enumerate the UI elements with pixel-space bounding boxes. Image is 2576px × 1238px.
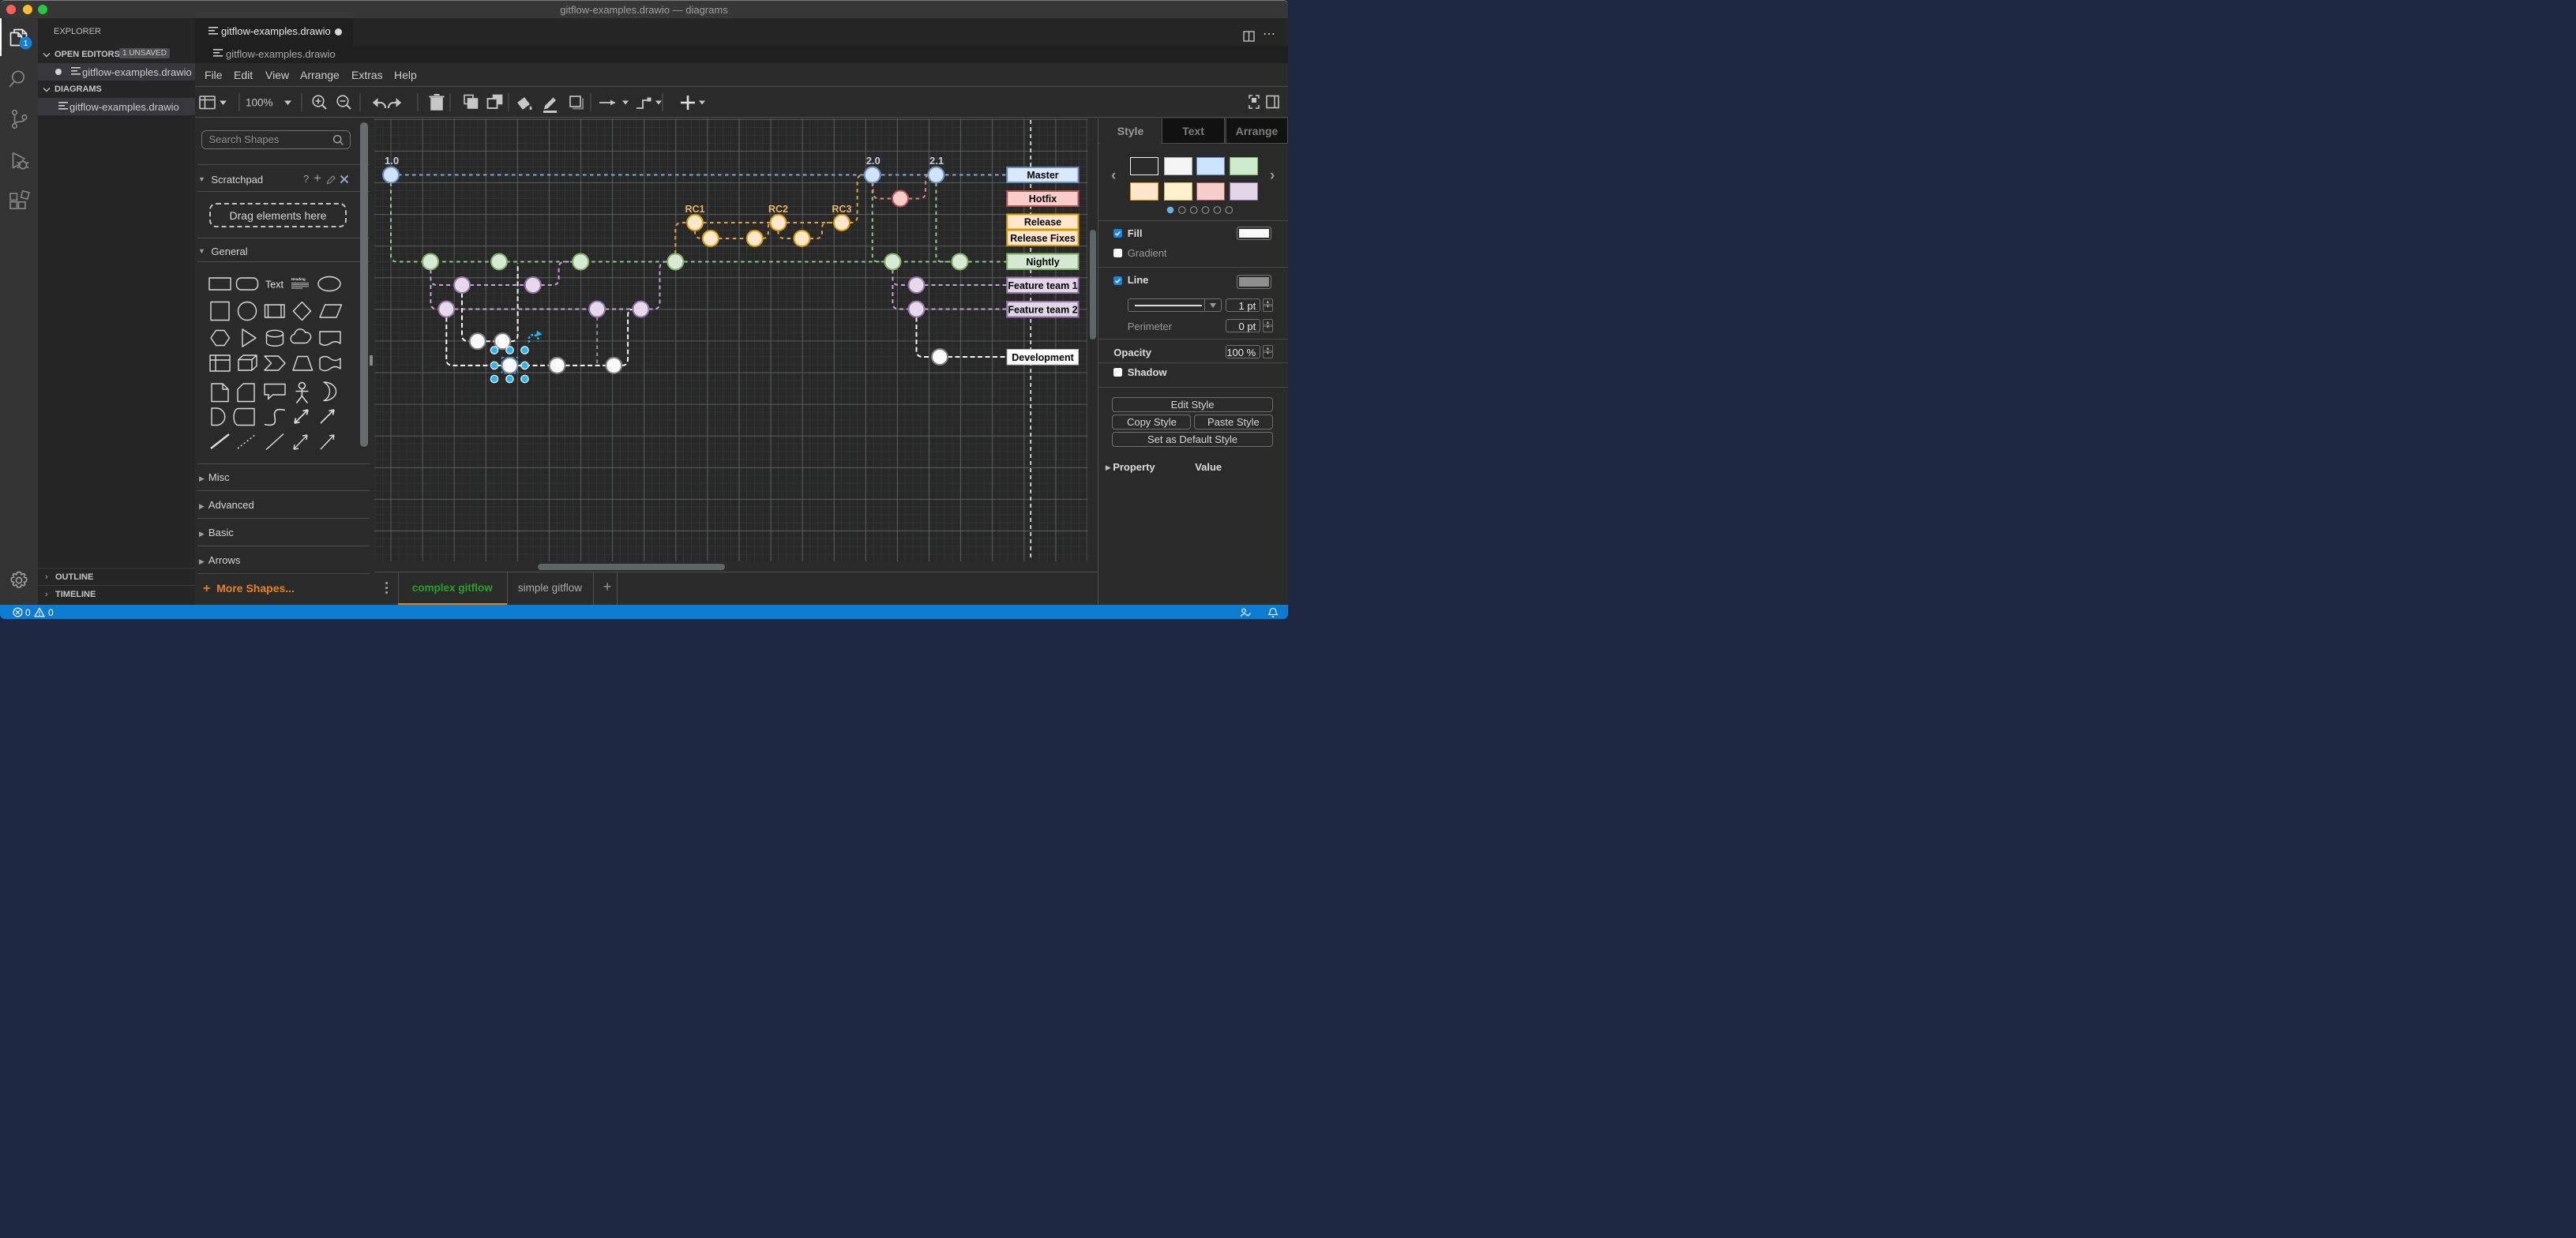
svg-text:2.1: 2.1 (929, 155, 944, 167)
svg-text:Feature team 2: Feature team 2 (1008, 304, 1077, 315)
svg-text:Release Fixes: Release Fixes (1010, 233, 1076, 244)
svg-text:100%: 100% (246, 97, 273, 109)
svg-text:RC1: RC1 (685, 204, 704, 215)
svg-text:2.0: 2.0 (866, 155, 881, 167)
svg-text:Development: Development (1012, 352, 1074, 363)
svg-text:Release: Release (1024, 216, 1061, 227)
svg-text:RC2: RC2 (768, 204, 788, 215)
svg-text:Nightly: Nightly (1026, 257, 1059, 268)
svg-text:RC3: RC3 (832, 204, 851, 215)
svg-text:Heading: Heading (291, 277, 306, 281)
svg-text:Master: Master (1027, 170, 1058, 181)
svg-text:Text: Text (265, 279, 284, 290)
svg-text:Feature team 1: Feature team 1 (1008, 280, 1077, 291)
svg-text:1: 1 (24, 39, 28, 48)
svg-text:1.0: 1.0 (385, 155, 399, 167)
svg-text:Hotfix: Hotfix (1029, 193, 1057, 204)
